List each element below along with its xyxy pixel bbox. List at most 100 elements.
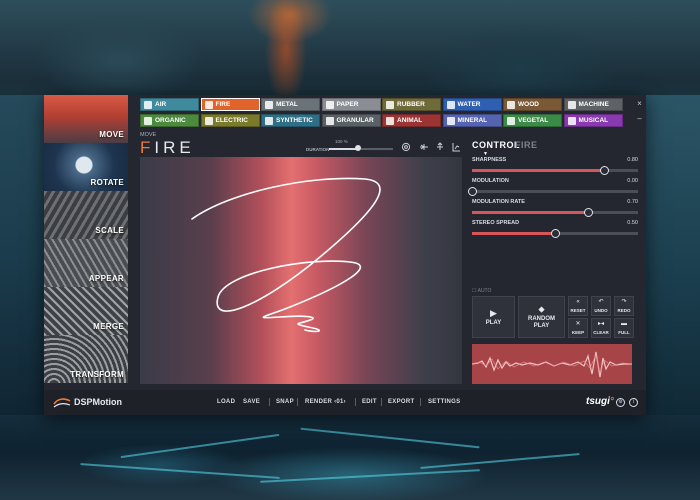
clear-label: CLEAR bbox=[593, 329, 609, 335]
undo-icon: ↶ bbox=[598, 298, 604, 305]
export-button[interactable]: EXPORT bbox=[388, 399, 414, 405]
tab-control[interactable]: CONTROL bbox=[472, 140, 520, 150]
category-fire[interactable]: FIRE bbox=[200, 98, 260, 111]
category-vegetal[interactable]: VEGETAL bbox=[503, 114, 562, 127]
reset-icon: « bbox=[576, 298, 580, 305]
param-slider[interactable] bbox=[472, 228, 638, 238]
close-icon[interactable]: × bbox=[635, 99, 644, 108]
param-label: STEREO SPREAD bbox=[472, 220, 520, 226]
category-label: RUBBER bbox=[397, 101, 425, 108]
random-play-label: RANDOM PLAY bbox=[528, 316, 555, 329]
category-label: ORGANIC bbox=[155, 117, 186, 124]
category-air[interactable]: AIR bbox=[140, 98, 199, 111]
arrows-icon[interactable] bbox=[435, 142, 445, 152]
param-slider[interactable] bbox=[472, 207, 638, 217]
snap-button[interactable]: SNAP bbox=[276, 399, 294, 405]
sidebar-item-appear[interactable]: APPEAR bbox=[44, 239, 128, 287]
background-ocean-right bbox=[646, 95, 700, 435]
category-label: SYNTHETIC bbox=[276, 117, 313, 124]
category-electric[interactable]: ELECTRIC bbox=[200, 114, 260, 127]
footer-divider bbox=[420, 398, 421, 406]
category-machine[interactable]: MACHINE bbox=[563, 98, 623, 111]
duration-slider-fill bbox=[329, 148, 358, 150]
param-slider[interactable] bbox=[472, 165, 638, 175]
category-label: WATER bbox=[457, 101, 481, 108]
category-label: AIR bbox=[155, 101, 167, 108]
footer-divider bbox=[297, 398, 298, 406]
electric-icon bbox=[204, 116, 213, 125]
duration-slider[interactable] bbox=[329, 145, 393, 151]
category-water[interactable]: WATER bbox=[442, 98, 502, 111]
redo-icon: ↷ bbox=[621, 298, 627, 305]
param-slider-fill bbox=[472, 211, 589, 214]
random-play-button[interactable]: ⬥ RANDOM PLAY bbox=[518, 296, 565, 338]
settings-button[interactable]: SETTINGS bbox=[428, 399, 460, 405]
category-rubber[interactable]: RUBBER bbox=[382, 98, 441, 111]
param-slider-knob[interactable] bbox=[550, 228, 560, 238]
param-slider-fill bbox=[472, 232, 555, 235]
category-label: WOOD bbox=[518, 101, 539, 108]
param-value: 0.80 bbox=[627, 157, 638, 163]
auto-checkbox[interactable]: ☐ AUTO bbox=[472, 288, 491, 294]
full-button[interactable]: ▬ FULL bbox=[614, 318, 634, 338]
motion-canvas[interactable] bbox=[140, 157, 462, 384]
sidebar: MOVE ROTATE SCALE APPEAR MERGE TRANSFORM bbox=[44, 95, 128, 387]
param-stereo-spread: STEREO SPREAD 0.50 bbox=[472, 220, 638, 240]
clear-button[interactable]: ▸◂ CLEAR bbox=[591, 318, 611, 338]
chart-icon[interactable] bbox=[451, 142, 461, 152]
category-organic[interactable]: ORGANIC bbox=[140, 114, 199, 127]
split-icon[interactable] bbox=[419, 142, 429, 152]
keep-button[interactable]: ✕ KEEP bbox=[568, 318, 588, 338]
param-slider[interactable] bbox=[467, 186, 638, 196]
category-synthetic[interactable]: SYNTHETIC bbox=[261, 114, 320, 127]
target-icon[interactable] bbox=[401, 142, 411, 152]
param-value: 0.70 bbox=[627, 199, 638, 205]
play-icon: ▶ bbox=[490, 307, 497, 318]
play-button[interactable]: ▶ PLAY bbox=[472, 296, 515, 338]
sidebar-item-rotate[interactable]: ROTATE bbox=[44, 143, 128, 191]
param-slider-knob[interactable] bbox=[583, 207, 593, 217]
minimize-icon[interactable]: – bbox=[635, 114, 644, 123]
duration-slider-knob[interactable] bbox=[354, 145, 361, 151]
param-label: MODULATION RATE bbox=[472, 199, 525, 205]
category-wood[interactable]: WOOD bbox=[503, 98, 562, 111]
category-granular[interactable]: GRANULAR bbox=[321, 114, 381, 127]
settings-round-icon[interactable]: ⚙ bbox=[616, 398, 625, 407]
tsugi-logo: tsugi° bbox=[586, 396, 614, 407]
load-button[interactable]: LOAD bbox=[217, 399, 235, 405]
undo-button[interactable]: ↶ UNDO bbox=[591, 296, 611, 316]
category-mineral[interactable]: MINERAL bbox=[442, 114, 502, 127]
save-button[interactable]: SAVE bbox=[243, 399, 260, 405]
wood-icon bbox=[507, 100, 515, 109]
dspmotion-logo-icon bbox=[53, 398, 71, 408]
sidebar-item-move[interactable]: MOVE bbox=[44, 95, 128, 143]
footer-divider bbox=[381, 398, 382, 406]
category-label: FIRE bbox=[215, 101, 231, 108]
render-button[interactable]: RENDER ‹01› bbox=[305, 399, 346, 405]
app-window: MOVE ROTATE SCALE APPEAR MERGE TRANSFORM… bbox=[44, 95, 646, 415]
param-value: 0.00 bbox=[627, 178, 638, 184]
param-slider-knob[interactable] bbox=[600, 165, 610, 175]
organic-icon bbox=[144, 116, 152, 125]
category-label: VEGETAL bbox=[518, 117, 549, 124]
category-musical[interactable]: MUSICAL bbox=[563, 114, 623, 127]
waveform-display[interactable] bbox=[472, 344, 632, 384]
footer-divider bbox=[269, 398, 270, 406]
tab-fire[interactable]: FIRE bbox=[515, 140, 538, 150]
sidebar-item-transform[interactable]: TRANSFORM bbox=[44, 335, 128, 383]
air-icon bbox=[144, 100, 152, 109]
category-metal[interactable]: METAL bbox=[261, 98, 320, 111]
param-slider-knob[interactable] bbox=[467, 186, 477, 196]
edit-button[interactable]: EDIT bbox=[362, 399, 377, 405]
category-animal[interactable]: ANIMAL bbox=[382, 114, 441, 127]
info-icon[interactable]: i bbox=[629, 398, 638, 407]
sidebar-item-merge[interactable]: MERGE bbox=[44, 287, 128, 335]
reset-label: RESET bbox=[570, 307, 586, 313]
redo-button[interactable]: ↷ REDO bbox=[614, 296, 634, 316]
preset-name-rest: IRE bbox=[154, 138, 195, 157]
reset-button[interactable]: « RESET bbox=[568, 296, 588, 316]
vegetal-icon bbox=[507, 116, 515, 125]
sidebar-item-scale[interactable]: SCALE bbox=[44, 191, 128, 239]
synthetic-icon bbox=[265, 116, 273, 125]
category-paper[interactable]: PAPER bbox=[321, 98, 381, 111]
